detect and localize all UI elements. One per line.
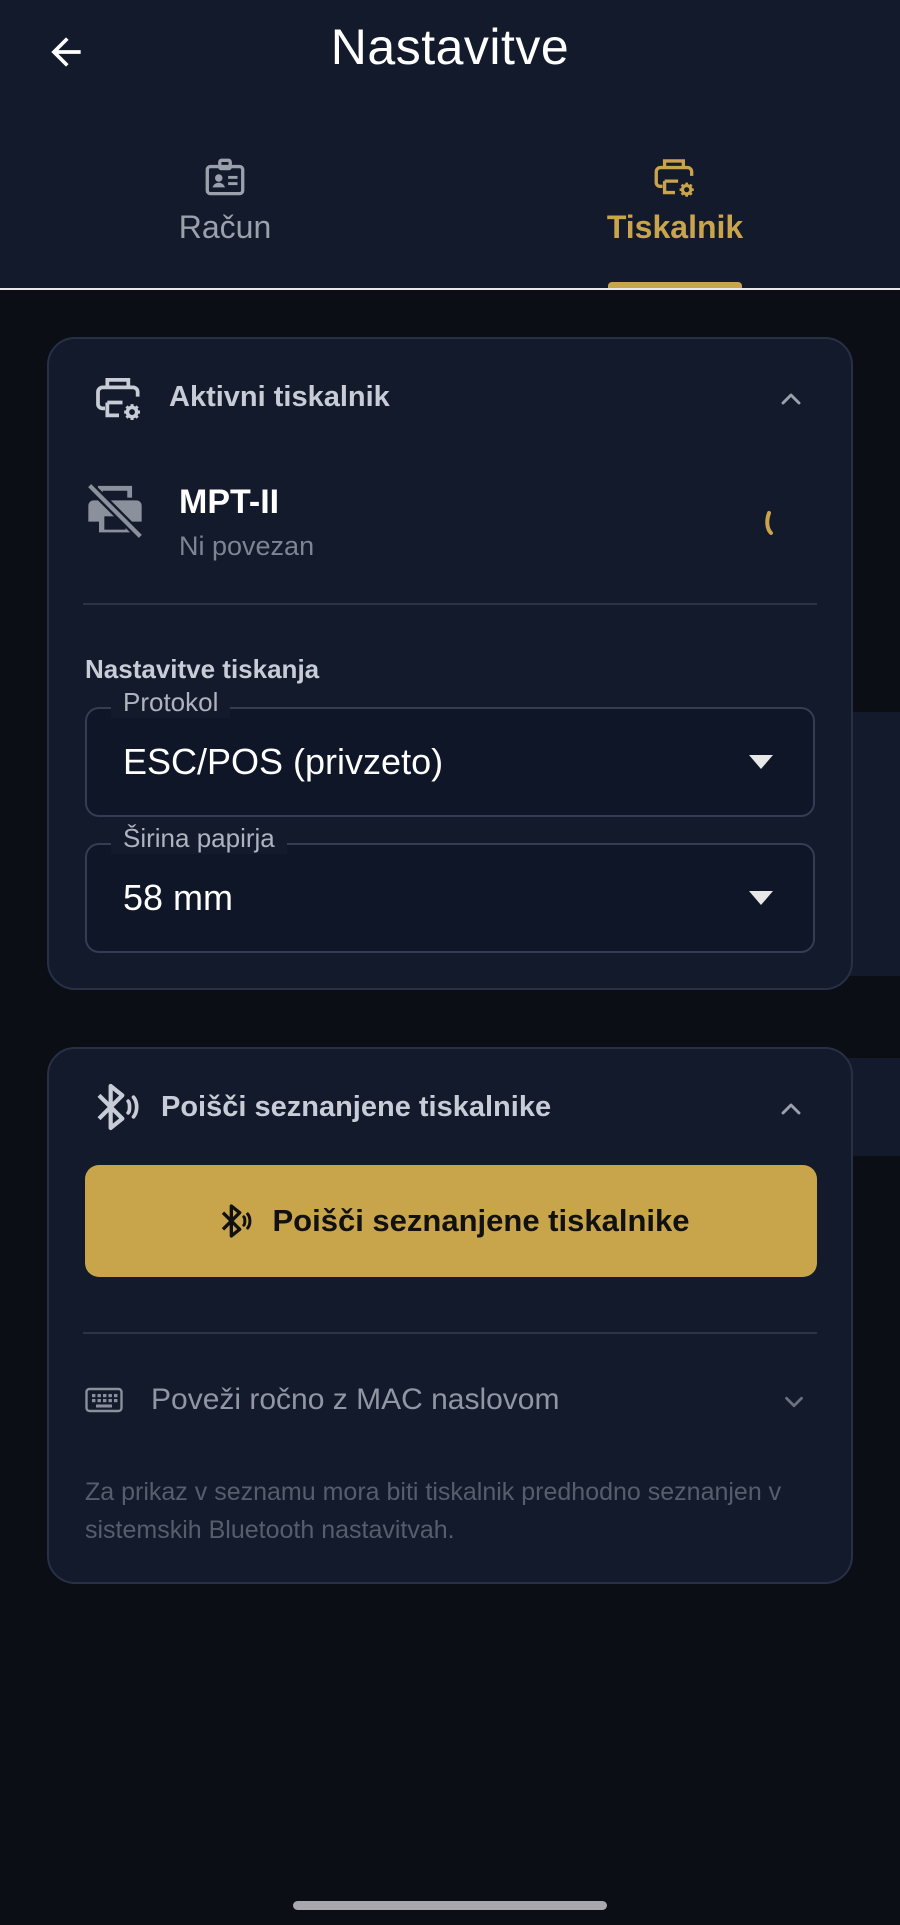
printer-settings-icon [654, 159, 694, 197]
printer-settings-icon [96, 378, 140, 420]
tab-tiskalnik-label: Tiskalnik [606, 209, 744, 245]
chevron-up-icon[interactable] [775, 1093, 807, 1125]
protocol-select[interactable]: Protokol ESC/POS (privzeto) [85, 687, 815, 817]
app-bar: Nastavitve Račun Tiskalnik [0, 0, 900, 290]
printer-status: Ni povezan [179, 531, 315, 561]
chevron-down-icon [785, 1396, 803, 1408]
settings-screen: Nastavitve Račun Tiskalnik Aktivni tiska… [0, 0, 900, 1925]
print-settings-title: Nastavitve tiskanja [85, 654, 320, 684]
paired-printers-header[interactable]: Poišči seznanjene tiskalnike [49, 1079, 851, 1139]
connect-by-mac-label: Poveži ročno z MAC naslovom [151, 1383, 560, 1416]
printer-disconnected-icon [86, 482, 144, 540]
scan-paired-printers-button[interactable]: Poišči seznanjene tiskalnike [85, 1165, 817, 1277]
paper-width-select[interactable]: Širina papirja 58 mm [85, 823, 815, 953]
tab-tiskalnik[interactable]: Tiskalnik [450, 150, 900, 288]
tab-racun-label: Račun [178, 209, 272, 245]
active-printer-row: MPT-II Ni povezan [83, 479, 817, 569]
active-printer-header[interactable]: Aktivni tiskalnik [49, 369, 851, 429]
bluetooth-searching-icon [221, 1204, 251, 1238]
keyboard-icon [85, 1387, 123, 1413]
protocol-label: Protokol [111, 687, 231, 718]
home-indicator[interactable] [293, 1901, 607, 1910]
bluetooth-searching-icon [97, 1083, 139, 1131]
paired-printers-title: Poišči seznanjene tiskalnike [161, 1091, 552, 1123]
paper-width-value: 58 mm [123, 877, 234, 918]
chevron-up-icon[interactable] [775, 383, 807, 415]
section-divider [83, 1332, 817, 1334]
right-edge-panel [848, 1058, 900, 1156]
page-title: Nastavitve [330, 19, 570, 75]
paired-printers-card: Poišči seznanjene tiskalnike Poišči sezn… [47, 1047, 853, 1584]
active-printer-card: Aktivni tiskalnik MPT-II Ni povezan Nast… [47, 337, 853, 990]
section-divider [83, 603, 817, 605]
loading-spinner-icon [765, 511, 773, 535]
protocol-value: ESC/POS (privzeto) [123, 741, 444, 782]
right-edge-panel [848, 712, 900, 976]
id-badge-icon [205, 158, 245, 196]
active-printer-title: Aktivni tiskalnik [169, 381, 390, 413]
app-bar-divider [0, 288, 900, 290]
connect-by-mac-row[interactable]: Poveži ročno z MAC naslovom [85, 1373, 817, 1433]
dropdown-arrow-icon [749, 755, 773, 769]
bluetooth-hint-text: Za prikaz v seznamu mora biti tiskalnik … [85, 1478, 782, 1544]
paper-width-label: Širina papirja [111, 823, 287, 854]
tab-racun[interactable]: Račun [0, 150, 450, 288]
dropdown-arrow-icon [749, 891, 773, 905]
scan-button-label: Poišči seznanjene tiskalnike [272, 1203, 690, 1238]
printer-name: MPT-II [179, 483, 280, 521]
